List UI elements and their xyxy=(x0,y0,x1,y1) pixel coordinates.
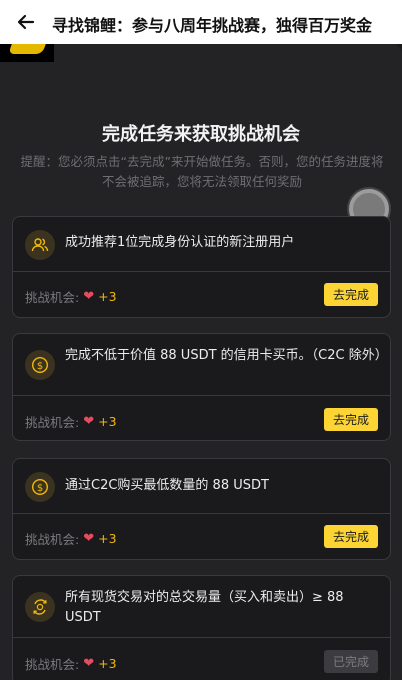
dollar-coin-icon: $ xyxy=(25,350,55,380)
chance-label: 挑战机会: xyxy=(25,415,80,430)
chance-label: 挑战机会: xyxy=(25,532,80,547)
task-description: 成功推荐1位完成身份认证的新注册用户 xyxy=(65,235,295,250)
users-icon xyxy=(25,230,55,260)
task-description: 所有现货交易对的总交易量（买入和卖出）≥ 88 USDT xyxy=(65,590,344,625)
completed-button: 已完成 xyxy=(324,650,378,673)
chance-value: +3 xyxy=(98,656,117,671)
chance-label: 挑战机会: xyxy=(25,290,80,305)
chance-row: 挑战机会: ❤ +3 xyxy=(25,654,117,673)
heart-icon: ❤ xyxy=(83,531,95,546)
heart-icon: ❤ xyxy=(83,414,95,429)
reminder-text: 提醒：您必须点击“去完成”来开始做任务。否则，您的任务进度将不会被追踪，您将无法… xyxy=(20,154,384,189)
go-complete-button[interactable]: 去完成 xyxy=(324,525,378,548)
task-card: 成功推荐1位完成身份认证的新注册用户 挑战机会: ❤ +3 去完成 xyxy=(12,216,391,318)
task-card: $ 完成不低于价值 88 USDT 的信用卡买币。（C2C 除外） 挑战机会: … xyxy=(12,333,391,441)
chance-row: 挑战机会: ❤ +3 xyxy=(25,529,117,548)
heart-icon: ❤ xyxy=(83,656,95,671)
svg-text:$: $ xyxy=(37,483,43,494)
chance-value: +3 xyxy=(98,289,117,304)
task-description: 通过C2C购买最低数量的 88 USDT xyxy=(65,478,269,493)
chance-row: 挑战机会: ❤ +3 xyxy=(25,412,117,431)
chance-label: 挑战机会: xyxy=(25,657,80,672)
section-heading: 完成任务来获取挑战机会 xyxy=(102,124,300,145)
chance-row: 挑战机会: ❤ +3 xyxy=(25,287,117,306)
chance-value: +3 xyxy=(98,414,117,429)
svg-text:$: $ xyxy=(37,361,43,372)
task-card: $ 通过C2C购买最低数量的 88 USDT 挑战机会: ❤ +3 去完成 xyxy=(12,458,391,560)
exchange-coin-icon xyxy=(25,592,55,622)
task-card: 所有现货交易对的总交易量（买入和卖出）≥ 88 USDT 挑战机会: ❤ +3 … xyxy=(12,575,391,680)
top-bar: 寻找锦鲤：参与八周年挑战赛，独得百万奖金 xyxy=(0,0,402,44)
banner-decoration xyxy=(0,44,54,62)
task-description: 完成不低于价值 88 USDT 的信用卡买币。（C2C 除外） xyxy=(65,348,388,363)
dollar-coin-icon: $ xyxy=(25,472,55,502)
page-title: 寻找锦鲤：参与八周年挑战赛，独得百万奖金 xyxy=(52,16,373,35)
go-complete-button[interactable]: 去完成 xyxy=(324,408,378,431)
chance-value: +3 xyxy=(98,531,117,546)
back-arrow-icon[interactable] xyxy=(14,10,38,34)
heart-icon: ❤ xyxy=(83,289,95,304)
go-complete-button[interactable]: 去完成 xyxy=(324,283,378,306)
